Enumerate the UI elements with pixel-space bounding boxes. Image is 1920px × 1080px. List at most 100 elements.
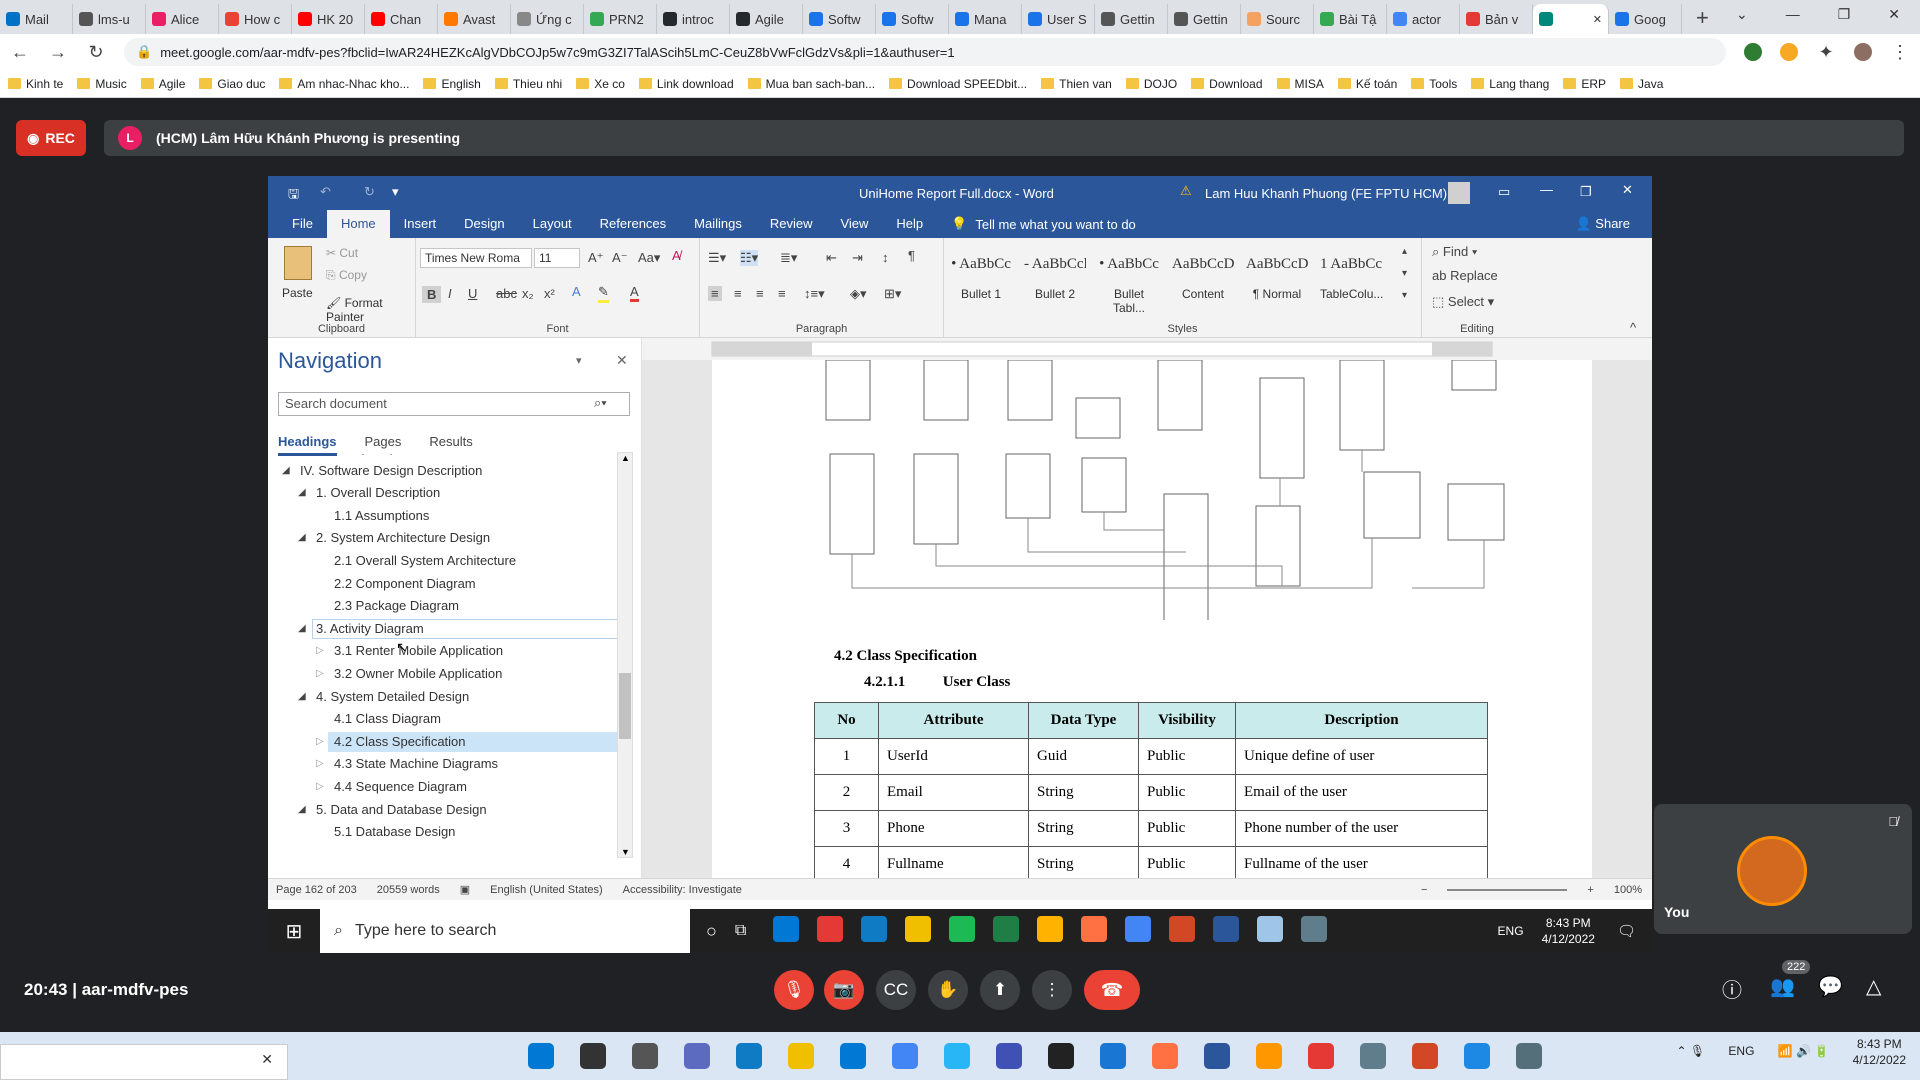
expand-triangle-icon[interactable]: ◢	[298, 487, 306, 498]
profile-avatar[interactable]	[1854, 43, 1872, 61]
bookmark-item[interactable]: ERP	[1563, 77, 1606, 91]
bookmark-item[interactable]: Lang thang	[1471, 77, 1549, 91]
taskbar-app-icon[interactable]	[632, 1043, 658, 1069]
bookmark-item[interactable]: Music	[77, 77, 127, 91]
taskbar-app-icon[interactable]	[528, 1043, 554, 1069]
zoom-out-icon[interactable]: −	[1421, 884, 1427, 896]
raise-hand-button[interactable]: ✋	[928, 970, 968, 1010]
undo-icon[interactable]: ↶	[320, 184, 331, 200]
mic-off-button[interactable]: 🎙	[774, 970, 814, 1010]
tab-view[interactable]: View	[826, 210, 882, 238]
styles-scroll-down-icon[interactable]: ▾	[1402, 268, 1407, 279]
copy-button[interactable]: ⎘ Copy	[326, 268, 367, 283]
bookmark-item[interactable]: Tools	[1411, 77, 1457, 91]
bookmark-item[interactable]: Download SPEEDbit...	[889, 77, 1027, 91]
browser-tab[interactable]: PRN2	[584, 4, 657, 34]
browser-tab[interactable]: Mana	[949, 4, 1022, 34]
bookmark-item[interactable]: Download	[1191, 77, 1263, 91]
restore-icon[interactable]: ❐	[1838, 6, 1851, 23]
search-document-input[interactable]: Search document	[278, 392, 630, 416]
pane-options-icon[interactable]: ▾	[576, 354, 582, 367]
heading-item[interactable]: 4.2 Quality Attributes	[334, 454, 454, 455]
camera-off-button[interactable]: 📷	[824, 970, 864, 1010]
scroll-up-icon[interactable]: ▲	[621, 453, 630, 463]
url-text[interactable]: meet.google.com/aar-mdfv-pes?fbclid=IwAR…	[160, 45, 954, 60]
taskbar-app-icon[interactable]	[1204, 1043, 1230, 1069]
tab-help[interactable]: Help	[882, 210, 937, 238]
tab-design[interactable]: Design	[450, 210, 518, 238]
share-button[interactable]: 👤 Share	[1575, 216, 1630, 232]
info-icon[interactable]: ⓘ	[1722, 974, 1742, 1003]
tab-headings[interactable]: Headings	[278, 434, 337, 456]
increase-indent-icon[interactable]: ⇥	[852, 250, 863, 266]
tab-home[interactable]: Home	[326, 210, 390, 238]
zoom-in-icon[interactable]: +	[1587, 884, 1593, 896]
browser-tab[interactable]: Mail	[0, 4, 73, 34]
bookmark-item[interactable]: Xe co	[576, 77, 625, 91]
style-option[interactable]: • AaBbCc Bullet 1	[950, 246, 1012, 308]
bookmark-item[interactable]: Giao duc	[199, 77, 265, 91]
browser-tab[interactable]: Gettin	[1095, 4, 1168, 34]
tab-layout[interactable]: Layout	[519, 210, 586, 238]
taskbar-app-icon[interactable]	[1308, 1043, 1334, 1069]
taskbar-app-icon[interactable]	[1516, 1043, 1542, 1069]
taskbar-app-icon[interactable]	[684, 1043, 710, 1069]
ribbon-display-icon[interactable]: ▭	[1498, 184, 1510, 200]
font-size-select[interactable]: 11	[534, 248, 580, 268]
browser-tab[interactable]: Goog	[1609, 4, 1682, 34]
expand-triangle-icon[interactable]: ◢	[282, 465, 290, 476]
heading-item[interactable]: 2.2 Component Diagram	[334, 576, 476, 591]
heading-item[interactable]: 2.3 Package Diagram	[334, 598, 459, 613]
close-tab-icon[interactable]: ✕	[1593, 13, 1602, 26]
activities-icon[interactable]: △	[1866, 974, 1881, 999]
browser-tab[interactable]: ✕	[1533, 4, 1609, 34]
paste-icon[interactable]	[284, 246, 312, 280]
heading-item[interactable]: 4.2 Class Specification	[334, 734, 466, 749]
tray-icons[interactable]: ⌃ 🎙	[1676, 1044, 1705, 1058]
style-option[interactable]: - AaBbCcl Bullet 2	[1024, 246, 1086, 308]
cut-button[interactable]: ✂ Cut	[326, 246, 358, 260]
proofing-icon[interactable]: ▣	[460, 883, 470, 896]
heading-item[interactable]: 1.1 Assumptions	[334, 508, 429, 523]
browser-tab[interactable]: User S	[1022, 4, 1095, 34]
clear-formatting-icon[interactable]: A̸	[672, 248, 681, 263]
menu-icon[interactable]: ⋮	[1890, 42, 1910, 63]
taskbar-app-icon[interactable]	[1152, 1043, 1178, 1069]
taskbar-app-icon[interactable]	[1360, 1043, 1386, 1069]
collapse-ribbon-icon[interactable]: ^	[1630, 320, 1636, 335]
bookmark-item[interactable]: Agile	[140, 77, 185, 91]
style-option[interactable]: AaBbCcDc Content	[1172, 246, 1234, 308]
collapse-triangle-icon[interactable]: ▷	[316, 758, 324, 769]
multilevel-list-icon[interactable]: ≣▾	[780, 250, 797, 266]
browser-tab[interactable]: Chan	[365, 4, 438, 34]
replace-button[interactable]: ab Replace	[1432, 268, 1498, 283]
tab-pages[interactable]: Pages	[365, 434, 402, 456]
restore-icon[interactable]: ❐	[1580, 184, 1592, 200]
customize-qat-icon[interactable]: ▾	[392, 184, 399, 200]
style-option[interactable]: • AaBbCc Bullet Tabl...	[1098, 246, 1160, 315]
grow-font-icon[interactable]: A⁺	[588, 250, 604, 266]
bookmark-item[interactable]: Link download	[638, 77, 734, 91]
scroll-down-icon[interactable]: ▼	[621, 847, 630, 857]
browser-tab[interactable]: Bài Tậ	[1314, 4, 1387, 34]
taskbar-app-icon[interactable]	[1464, 1043, 1490, 1069]
language-status[interactable]: English (United States)	[490, 884, 603, 896]
page-count[interactable]: Page 162 of 203	[276, 884, 357, 896]
paste-button[interactable]: Paste	[282, 286, 313, 300]
browser-tab[interactable]: Sourc	[1241, 4, 1314, 34]
bookmark-item[interactable]: DOJO	[1125, 77, 1177, 91]
bookmark-item[interactable]: Kinh te	[8, 77, 63, 91]
line-spacing-icon[interactable]: ↕≡▾	[804, 286, 825, 302]
captions-button[interactable]: CC	[876, 970, 916, 1010]
leave-call-button[interactable]: ☎	[1084, 970, 1140, 1010]
superscript-icon[interactable]: x²	[544, 286, 555, 301]
browser-tab[interactable]: Softw	[803, 4, 876, 34]
strikethrough-icon[interactable]: abc	[496, 286, 517, 301]
heading-item[interactable]: 3. Activity Diagram	[316, 621, 424, 636]
bookmark-item[interactable]: Mua ban sach-ban...	[747, 77, 875, 91]
align-right-icon[interactable]: ≡	[756, 286, 764, 301]
heading-item[interactable]: 5.1 Database Design	[334, 824, 455, 839]
close-icon[interactable]: ✕	[1888, 6, 1900, 23]
account-name[interactable]: Lam Huu Khanh Phuong (FE FPTU HCM)	[1205, 186, 1447, 201]
bookmark-item[interactable]: MISA	[1276, 77, 1324, 91]
